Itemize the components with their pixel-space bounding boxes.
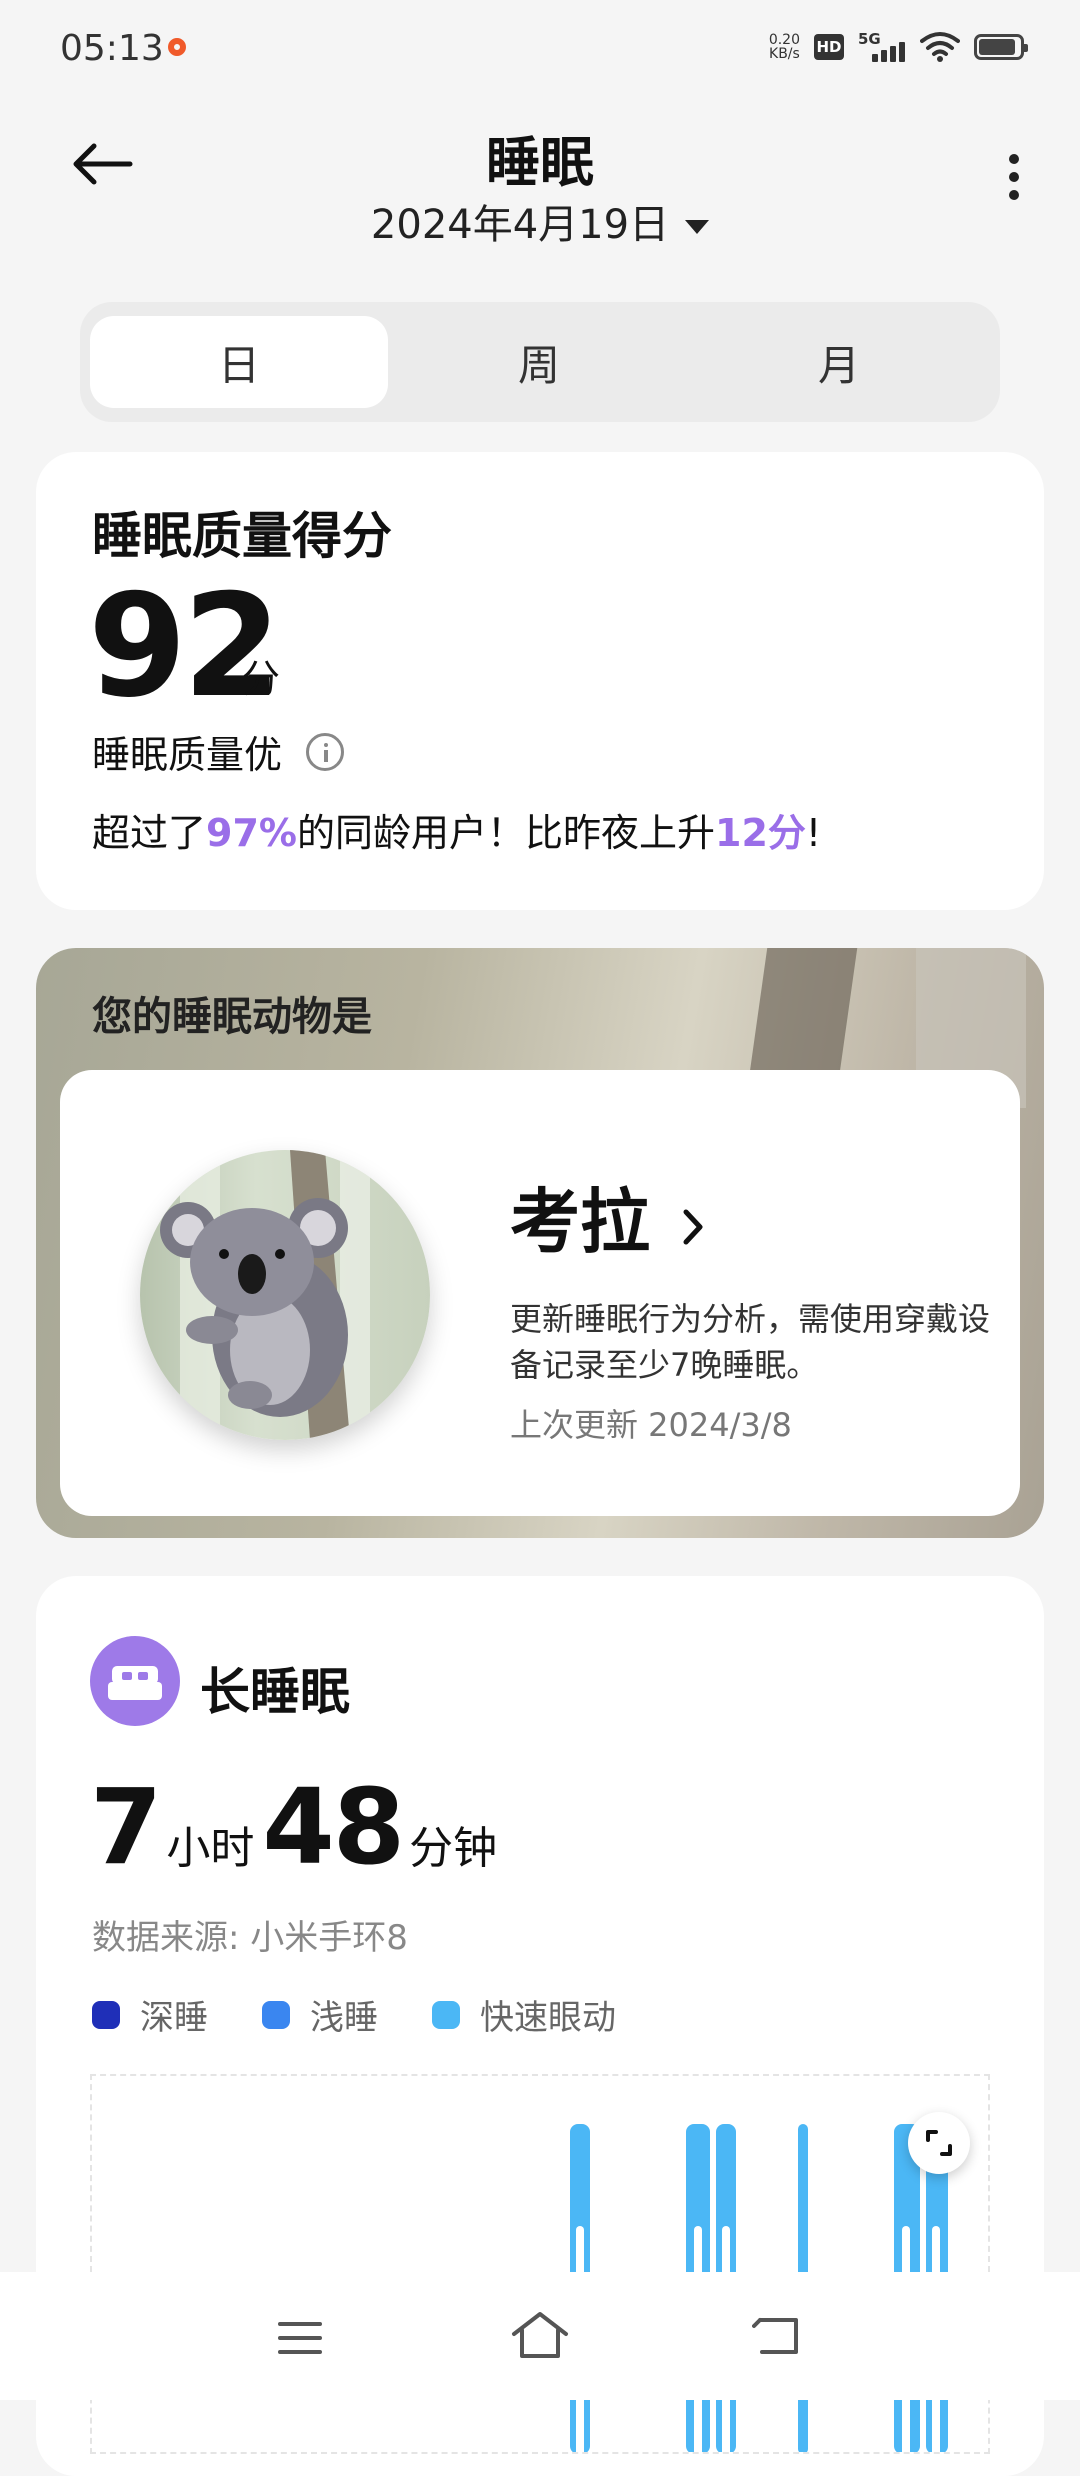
duration-minutes: 48 bbox=[262, 1766, 405, 1888]
animal-heading: 您的睡眠动物是 bbox=[92, 994, 372, 1040]
percent-highlight: 97% bbox=[206, 811, 297, 855]
legend-deep: 深睡 bbox=[92, 1990, 208, 2039]
tab-week[interactable]: 周 bbox=[390, 316, 688, 408]
date-label: 2024年4月19日 bbox=[370, 202, 670, 248]
comparison-text: 超过了97%的同龄用户！比昨夜上升12分! bbox=[92, 811, 822, 855]
sleep-duration: 7 小时 48 分钟 bbox=[90, 1766, 505, 1888]
menu-icon[interactable] bbox=[276, 2318, 324, 2358]
expand-icon[interactable] bbox=[908, 2112, 970, 2174]
page-title: 睡眠 bbox=[486, 131, 594, 194]
sleep-score-card: 睡眠质量得分 92 分 睡眠质量优 超过了97%的同龄用户！比昨夜上升12分! bbox=[36, 452, 1044, 910]
tab-day[interactable]: 日 bbox=[90, 316, 388, 408]
sleep-section-title: 长睡眠 bbox=[200, 1663, 350, 1721]
home-icon[interactable] bbox=[510, 2308, 570, 2362]
network-speed: 0.20 KB/s bbox=[768, 32, 800, 62]
hd-icon: HD bbox=[814, 34, 844, 60]
hours-unit: 小时 bbox=[166, 1823, 255, 1874]
back-nav-icon[interactable] bbox=[752, 2312, 808, 2360]
duration-hours: 7 bbox=[90, 1766, 162, 1888]
date-selector[interactable]: 2024年4月19日 bbox=[0, 192, 1080, 250]
animal-name-link[interactable]: 考拉 bbox=[510, 1166, 708, 1267]
recording-indicator-icon bbox=[168, 38, 186, 56]
status-bar: 05:13 0.20 KB/s HD 5G bbox=[0, 0, 1080, 100]
score-label: 睡眠质量得分 bbox=[92, 507, 392, 565]
signal-icon: 5G bbox=[858, 30, 906, 64]
battery-icon bbox=[974, 34, 1028, 60]
system-nav-bar bbox=[0, 2272, 1080, 2400]
legend-light: 浅睡 bbox=[262, 1990, 378, 2039]
tab-month[interactable]: 月 bbox=[690, 316, 988, 408]
last-update: 上次更新 2024/3/8 bbox=[510, 1406, 792, 1444]
quality-text: 睡眠质量优 bbox=[92, 733, 283, 777]
legend-swatch bbox=[262, 2000, 290, 2029]
wifi-icon bbox=[920, 32, 960, 62]
period-tabs: 日 周 月 bbox=[80, 302, 1000, 422]
animal-detail-panel[interactable]: 考拉 更新睡眠行为分析，需使用穿戴设备记录至少7晚睡眠。 上次更新 2024/3… bbox=[60, 1070, 1020, 1516]
chevron-right-icon bbox=[683, 1209, 703, 1245]
score-unit: 分 bbox=[242, 657, 281, 701]
legend-rem: 快速眼动 bbox=[432, 1990, 616, 2039]
minutes-unit: 分钟 bbox=[409, 1823, 498, 1874]
koala-image bbox=[140, 1150, 430, 1440]
bed-icon bbox=[90, 1636, 180, 1726]
sleep-animal-card: 您的睡眠动物是 考拉 更新睡眠行为分析，需使用穿戴设备记录至少7晚睡眠。 上次更… bbox=[36, 948, 1044, 1538]
info-icon[interactable] bbox=[306, 732, 345, 771]
sleep-stage-legend: 深睡 浅睡 快速眼动 bbox=[92, 1990, 616, 2039]
status-time: 05:13 bbox=[60, 28, 164, 69]
legend-swatch bbox=[432, 2000, 460, 2029]
animal-description: 更新睡眠行为分析，需使用穿戴设备记录至少7晚睡眠。 bbox=[510, 1300, 991, 1384]
animal-name: 考拉 bbox=[510, 1181, 650, 1263]
quality-row: 睡眠质量优 bbox=[92, 724, 345, 779]
data-source: 数据来源: 小米手环8 bbox=[92, 1918, 408, 1958]
points-highlight: 12分 bbox=[715, 811, 806, 855]
status-icons: 0.20 KB/s HD 5G bbox=[768, 30, 1028, 64]
caret-down-icon bbox=[685, 220, 710, 234]
legend-swatch bbox=[92, 2000, 120, 2029]
more-vertical-icon[interactable] bbox=[1008, 154, 1020, 202]
